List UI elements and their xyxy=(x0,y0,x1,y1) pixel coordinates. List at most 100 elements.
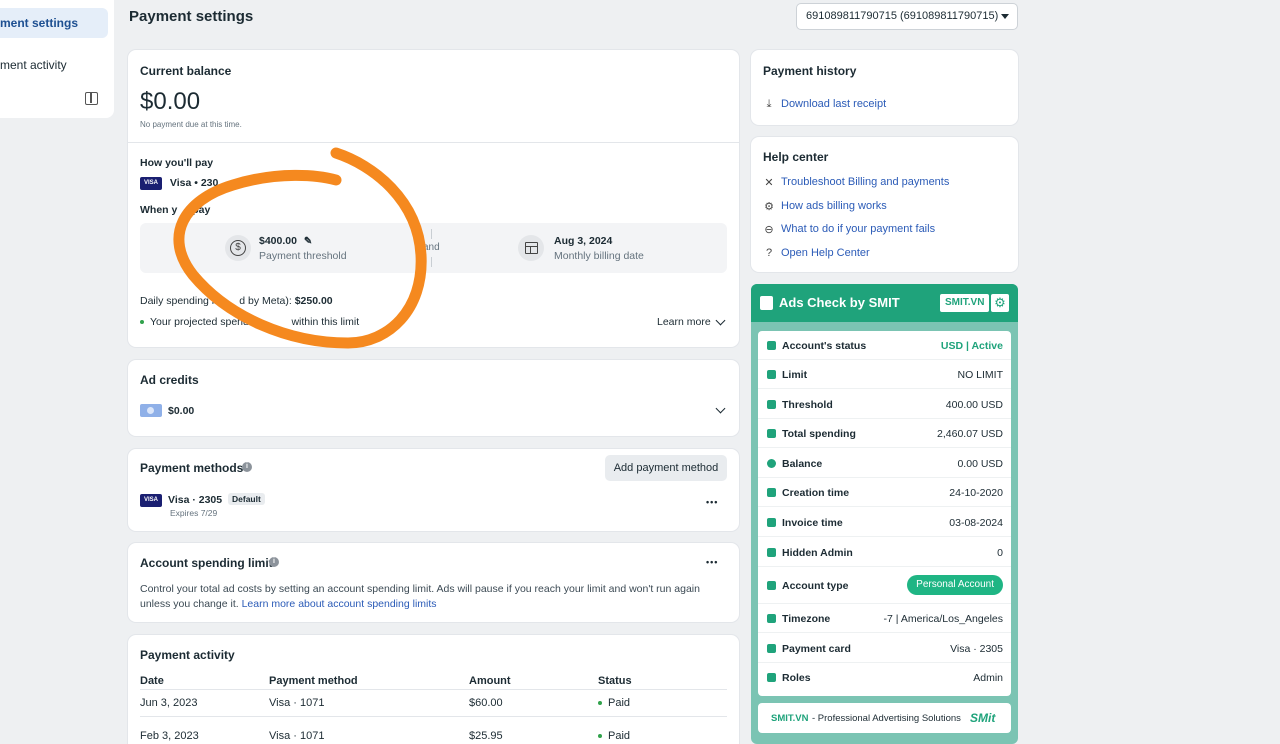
smit-row-value: Admin xyxy=(973,672,1003,684)
calendar-icon xyxy=(518,235,544,261)
column-header-method[interactable]: Payment method xyxy=(269,675,358,687)
ad-credits-heading: Ad credits xyxy=(140,373,199,387)
spending-limit-heading: Account spending limit xyxy=(140,556,273,570)
smit-footer-brand[interactable]: SMIT.VN xyxy=(771,713,808,724)
sidebar-item-payment-settings[interactable]: ment settings xyxy=(0,8,108,38)
account-selector[interactable]: 691089811790715 (691089811790715) xyxy=(796,3,1018,30)
globe-icon xyxy=(767,614,776,623)
user-icon xyxy=(767,581,776,590)
smit-row-key: Account's status xyxy=(782,340,867,352)
card-expiry: Expires 7/29 xyxy=(170,508,218,518)
current-balance-heading: Current balance xyxy=(140,64,232,78)
smit-row-timezone: Timezone -7 | America/Los_Angeles xyxy=(758,604,1011,633)
chevron-down-icon[interactable] xyxy=(715,315,726,326)
help-link-label: Open Help Center xyxy=(781,247,870,259)
payment-history-card: Payment history ⤓ Download last receipt xyxy=(751,50,1018,125)
orange-circle-annotation xyxy=(173,147,427,349)
smit-row-key: Invoice time xyxy=(782,517,843,529)
help-link-label: How ads billing works xyxy=(781,200,887,212)
row-status-label: Paid xyxy=(608,730,631,742)
smit-row-balance: Balance 0.00 USD xyxy=(758,449,1011,478)
status-dot xyxy=(598,701,602,706)
learn-more-label: Learn more xyxy=(657,316,711,328)
smit-row-payment-card: Payment card Visa · 2305 xyxy=(758,634,1011,663)
divider xyxy=(128,142,739,143)
visa-logo-icon: VISA xyxy=(140,177,162,190)
smit-row-key: Limit xyxy=(782,369,808,381)
smit-row-threshold: Threshold 400.00 USD xyxy=(758,390,1011,419)
column-header-status[interactable]: Status xyxy=(598,675,632,687)
spending-icon xyxy=(767,429,776,438)
balance-amount: $0.00 xyxy=(140,88,201,115)
invoice-icon xyxy=(767,518,776,527)
smit-logo-icon xyxy=(760,296,773,310)
sidebar-item-payment-activity[interactable]: ment activity xyxy=(0,50,108,80)
smit-row-key: Account type xyxy=(782,580,849,592)
default-badge: Default xyxy=(228,493,265,505)
balance-icon xyxy=(767,459,776,468)
smit-row-value: 03-08-2024 xyxy=(949,517,1003,529)
help-link-troubleshoot[interactable]: ✕ Troubleshoot Billing and payments xyxy=(763,176,950,189)
smit-row-roles: Roles Admin xyxy=(758,663,1011,692)
settings-gear-icon[interactable]: ⚙ xyxy=(991,294,1009,312)
smit-row-key: Timezone xyxy=(782,613,831,625)
ad-credits-amount: $0.00 xyxy=(168,405,195,417)
help-link-billing[interactable]: ⚙ How ads billing works xyxy=(763,200,887,213)
row-amount: $60.00 xyxy=(469,697,503,709)
smit-row-limit: Limit NO LIMIT xyxy=(758,360,1011,389)
add-payment-method-button[interactable]: Add payment method xyxy=(605,455,727,481)
smit-footer-text: - Professional Advertising Solutions xyxy=(812,713,961,724)
page-title: Payment settings xyxy=(129,8,254,25)
status-dot xyxy=(598,734,602,739)
smit-row-value: 0 xyxy=(997,547,1003,559)
info-icon[interactable]: i xyxy=(242,462,252,472)
download-receipt-link[interactable]: ⤓ Download last receipt xyxy=(763,97,887,111)
spending-limit-learn-more-link[interactable]: Learn more about account spending limits xyxy=(242,598,437,610)
collapse-sidebar-icon[interactable] xyxy=(85,92,98,105)
help-link-open-center[interactable]: ? Open Help Center xyxy=(763,247,870,259)
smit-footer-logo: SMit xyxy=(970,711,996,725)
threshold-icon xyxy=(767,400,776,409)
visa-brand: VISA xyxy=(140,494,162,507)
smit-row-key: Threshold xyxy=(782,399,833,411)
column-header-date[interactable]: Date xyxy=(140,675,164,687)
smit-title: Ads Check by SMIT xyxy=(779,295,900,310)
row-method: Visa · 1071 xyxy=(269,730,325,742)
visa-logo-icon: VISA xyxy=(140,494,162,507)
payment-methods-heading: Payment methods xyxy=(140,461,244,475)
row-status-label: Paid xyxy=(608,697,631,709)
status-icon xyxy=(767,341,776,350)
smit-row-key: Total spending xyxy=(782,428,856,440)
smit-row-value: 24-10-2020 xyxy=(949,487,1003,499)
smit-row-hidden-admin: Hidden Admin 0 xyxy=(758,538,1011,567)
smit-row-total-spending: Total spending 2,460.07 USD xyxy=(758,419,1011,448)
smit-row-value: 2,460.07 USD xyxy=(937,428,1003,440)
smit-row-value: Visa · 2305 xyxy=(950,643,1003,655)
help-link-label: Troubleshoot Billing and payments xyxy=(781,176,950,188)
smit-row-value: USD | Active xyxy=(940,340,1003,352)
payment-activity-heading: Payment activity xyxy=(140,648,235,662)
wrench-icon: ✕ xyxy=(764,176,774,189)
current-balance-card: Current balance $0.00 No payment due at … xyxy=(128,50,739,349)
smit-row-key: Roles xyxy=(782,672,811,684)
billing-date-label: Monthly billing date xyxy=(554,250,644,262)
smit-row-status: Account's status USD | Active xyxy=(758,331,1011,360)
spending-limit-card: Account spending limit i ••• Control you… xyxy=(128,543,739,622)
payment-activity-card: Payment activity Date Payment method Amo… xyxy=(128,635,739,744)
info-icon[interactable]: i xyxy=(269,557,279,567)
smit-site-link[interactable]: SMIT.VN xyxy=(940,294,990,312)
download-icon: ⤓ xyxy=(766,97,772,110)
chevron-down-icon[interactable] xyxy=(715,403,726,414)
payment-methods-card: Payment methods i Add payment method VIS… xyxy=(128,449,739,531)
smit-row-key: Creation time xyxy=(782,487,850,499)
smit-row-creation-time: Creation time 24-10-2020 xyxy=(758,478,1011,507)
smit-row-value: -7 | America/Los_Angeles xyxy=(883,613,1003,625)
more-options-icon[interactable]: ••• xyxy=(706,557,718,567)
ad-credits-card: Ad credits $0.00 xyxy=(128,360,739,436)
more-options-icon[interactable]: ••• xyxy=(706,497,718,507)
column-header-amount[interactable]: Amount xyxy=(469,675,511,687)
learn-more-link[interactable]: Learn more xyxy=(657,316,711,328)
smit-row-key: Balance xyxy=(782,458,823,470)
smit-row-account-type: Account type Personal Account xyxy=(758,567,1011,604)
help-link-payment-fails[interactable]: ⊖ What to do if your payment fails xyxy=(763,223,935,236)
